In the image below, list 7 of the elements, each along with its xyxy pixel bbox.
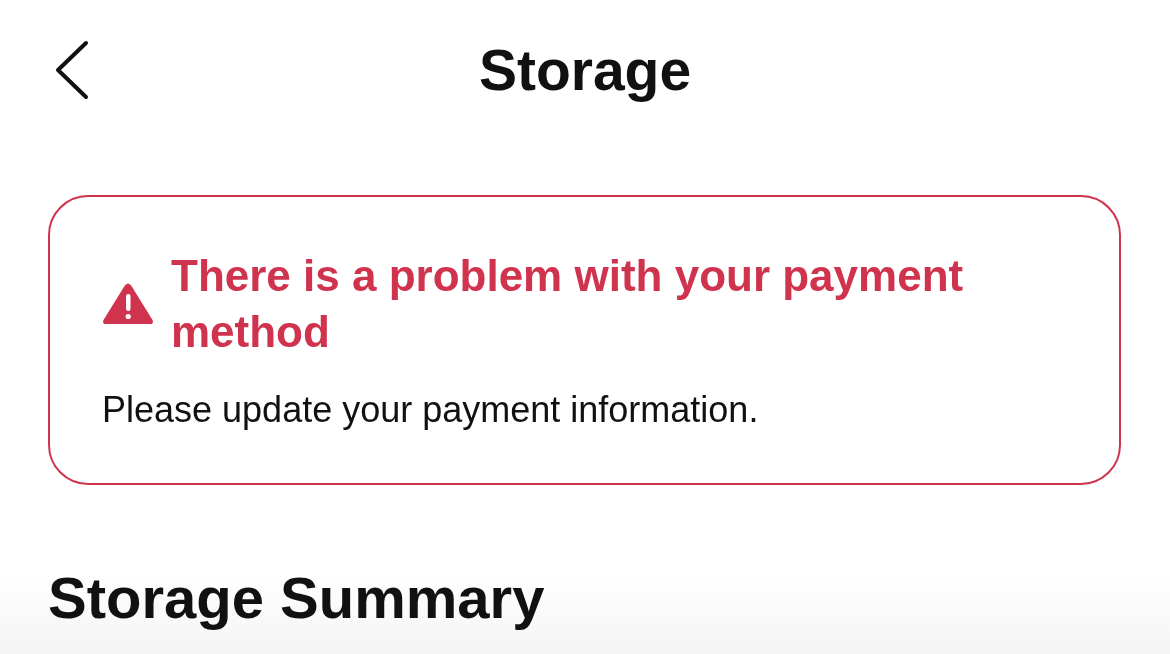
warning-icon [102,283,154,325]
alert-message: Please update your payment information. [102,388,760,432]
page-title: Storage [478,37,692,104]
back-chevron-icon [55,40,89,100]
back-button[interactable] [54,40,90,100]
alert-title: There is a problem with your payment method [171,250,965,358]
section-heading: Storage Summary [48,564,546,632]
